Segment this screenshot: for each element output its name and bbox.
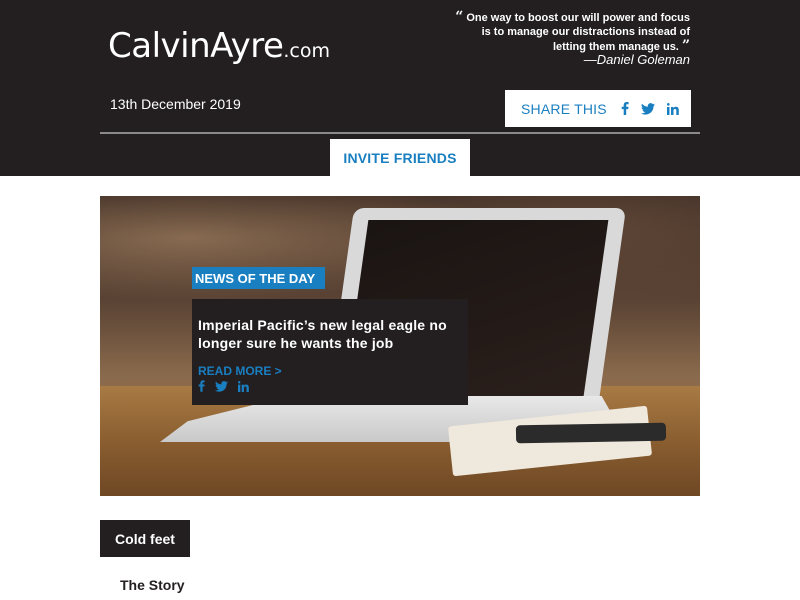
story-heading: The Story bbox=[120, 577, 185, 593]
logo-text: CalvinAyre bbox=[108, 26, 284, 66]
linkedin-icon[interactable] bbox=[666, 102, 679, 115]
linkedin-icon[interactable] bbox=[238, 380, 249, 392]
twitter-icon[interactable] bbox=[215, 380, 228, 392]
facebook-icon[interactable] bbox=[198, 380, 205, 392]
share-box: SHARE THIS bbox=[505, 90, 691, 127]
facebook-icon[interactable] bbox=[621, 102, 629, 115]
read-more-link[interactable]: READ MORE > bbox=[198, 364, 462, 378]
news-card: Imperial Pacific’s new legal eagle no lo… bbox=[192, 299, 468, 405]
calvinayre-logo[interactable]: CalvinAyre.com bbox=[108, 26, 330, 66]
cold-feet-tag: Cold feet bbox=[100, 520, 190, 557]
phone bbox=[515, 422, 667, 444]
issue-date: 13th December 2019 bbox=[110, 96, 241, 112]
twitter-icon[interactable] bbox=[640, 102, 655, 115]
logo-suffix: .com bbox=[283, 40, 330, 62]
header-divider bbox=[100, 132, 700, 134]
header-bar: CalvinAyre.com “ One way to boost our wi… bbox=[0, 0, 800, 176]
card-share-icons bbox=[198, 380, 462, 392]
header-quote: “ One way to boost our will power and fo… bbox=[450, 10, 690, 54]
quote-author: —Daniel Goleman bbox=[583, 52, 690, 67]
share-label: SHARE THIS bbox=[521, 100, 607, 117]
open-quote-icon: “ bbox=[455, 9, 464, 25]
quote-text: One way to boost our will power and focu… bbox=[466, 12, 690, 53]
news-headline[interactable]: Imperial Pacific’s new legal eagle no lo… bbox=[198, 316, 462, 352]
invite-friends-button[interactable]: INVITE FRIENDS bbox=[330, 139, 470, 176]
share-icons bbox=[621, 102, 679, 115]
news-of-the-day-tag: NEWS OF THE DAY bbox=[192, 267, 326, 289]
